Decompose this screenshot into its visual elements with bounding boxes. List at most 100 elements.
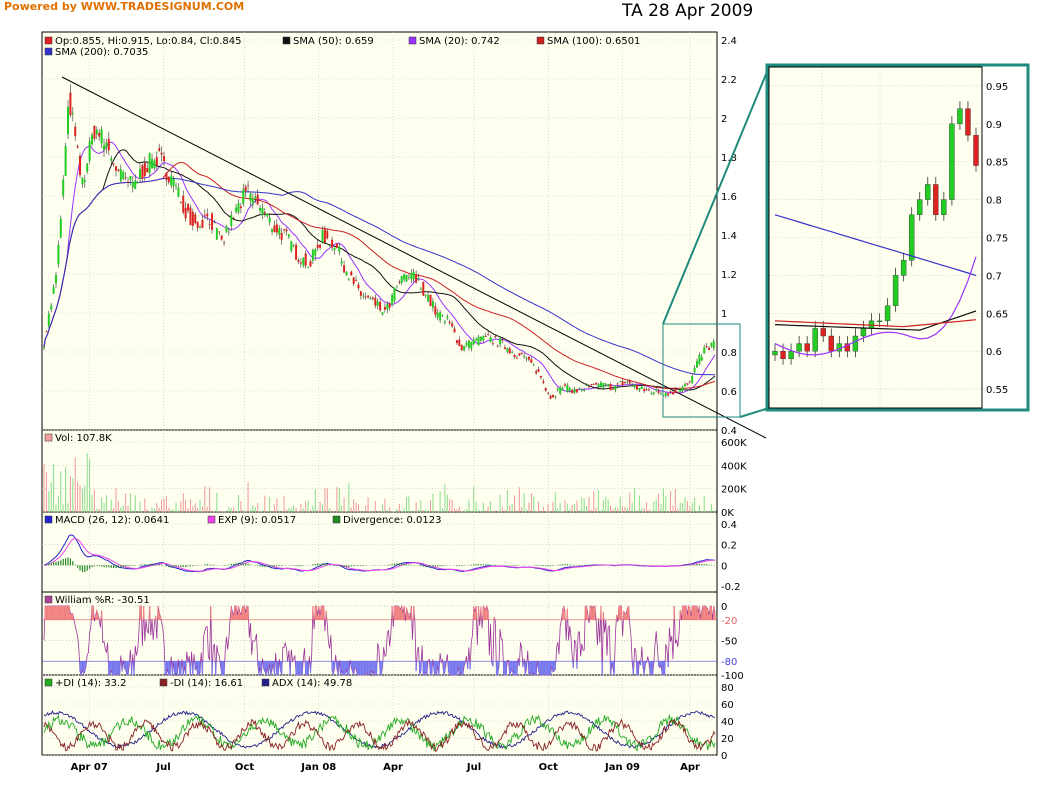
candle-body: [583, 390, 586, 391]
candle-body: [655, 389, 658, 391]
zoom-candle-body: [772, 350, 778, 356]
legend-volume: Vol: 107.8K: [55, 433, 112, 444]
candle-body: [43, 347, 45, 349]
candle-body: [93, 125, 96, 139]
candle-body: [311, 249, 314, 261]
price-ytick-label: 1: [721, 309, 727, 320]
candle-body: [427, 295, 430, 302]
candle-body: [280, 233, 283, 240]
candle-body: [455, 340, 458, 343]
x-tick-label: Oct: [539, 762, 558, 773]
candle-body: [587, 386, 590, 388]
legend-sma50: SMA (50): 0.659: [293, 36, 374, 47]
candle-body: [129, 176, 132, 180]
candle-body: [527, 356, 530, 360]
candle-body: [386, 304, 389, 310]
candle-body: [350, 271, 353, 276]
legend-sma200: SMA (200): 0.7035: [55, 47, 148, 58]
macd-ytick-label: 0.4: [721, 520, 737, 531]
volume-legend: Vol: 107.8K: [44, 433, 112, 444]
volume-ytick-label: 0K: [721, 508, 734, 519]
candle-body: [671, 392, 674, 395]
candle-body: [422, 281, 425, 296]
candle-body: [333, 247, 336, 250]
volume-ytick-label: 400K: [721, 461, 747, 472]
candle-body: [403, 274, 406, 280]
zoom-ytick-label: 0.85: [986, 158, 1008, 169]
candle-body: [695, 361, 698, 368]
candle-body: [249, 193, 252, 201]
candle-body: [410, 272, 413, 280]
williams-ytick-label: -50: [721, 637, 737, 648]
candle-body: [59, 218, 62, 238]
candle-body: [635, 385, 638, 390]
legend-ohlc: Op:0.855, Hi:0.915, Lo:0.84, Cl:0.845: [55, 36, 242, 47]
candle-body: [115, 166, 118, 171]
candle-body: [57, 244, 60, 265]
candle-body: [278, 228, 281, 235]
candle-body: [199, 227, 202, 228]
candle-body: [55, 274, 58, 284]
dmi-ytick-label: 40: [721, 717, 734, 728]
candle-body: [172, 178, 175, 187]
candle-body: [122, 171, 125, 179]
candle-body: [475, 338, 478, 341]
candle-body: [213, 222, 216, 224]
candle-body: [580, 389, 583, 391]
candle-body: [578, 387, 581, 389]
candle-body: [191, 211, 194, 226]
zoom-panel: [769, 67, 982, 408]
candle-body: [208, 223, 211, 225]
candle-body: [424, 294, 427, 296]
candle-body: [604, 383, 607, 385]
candle-body: [575, 389, 578, 393]
candle-body: [691, 376, 694, 383]
zoom-candle-body: [812, 328, 818, 352]
candle-body: [633, 384, 636, 388]
candle-body: [251, 198, 254, 205]
candle-body: [259, 208, 262, 212]
candle-body: [439, 312, 442, 321]
price-ytick-label: 0.6: [721, 387, 737, 398]
candle-body: [285, 229, 288, 232]
dmi-ytick-label: 80: [721, 683, 734, 694]
candle-body: [703, 347, 706, 354]
x-tick-label: Oct: [235, 762, 254, 773]
candle-body: [549, 395, 552, 399]
candle-body: [76, 145, 79, 148]
candle-body: [81, 177, 84, 185]
candle-body: [107, 138, 110, 151]
candle-body: [196, 221, 199, 228]
candle-body: [688, 381, 691, 382]
candle-body: [376, 301, 379, 306]
zoom-ytick-label: 0.95: [986, 82, 1008, 93]
candle-body: [561, 388, 564, 390]
x-tick-label: Apr: [383, 762, 403, 773]
candle-body: [295, 244, 298, 260]
candle-body: [638, 388, 641, 391]
candle-body: [153, 160, 156, 169]
candle-body: [175, 185, 178, 187]
candle-body: [590, 384, 593, 385]
candle-body: [573, 388, 576, 393]
candle-body: [304, 253, 307, 266]
candle-body: [177, 187, 180, 197]
zoom-connector-line: [739, 407, 770, 418]
zoom-candle-body: [892, 275, 899, 306]
candle-body: [381, 312, 384, 315]
zoom-candle-body: [933, 184, 939, 215]
candle-body: [616, 383, 619, 385]
candle-body: [448, 321, 451, 323]
x-tick-label: Apr: [680, 762, 700, 773]
legend-exp: EXP (9): 0.0517: [218, 515, 296, 526]
candle-body: [664, 392, 667, 397]
candle-body: [503, 347, 506, 350]
macd-ytick-label: 0.2: [721, 541, 737, 552]
candle-body: [52, 287, 55, 294]
candle-body: [86, 163, 89, 172]
zoom-ytick-label: 0.7: [986, 271, 1002, 282]
candle-body: [343, 265, 346, 273]
candle-body: [559, 387, 562, 394]
candle-body: [141, 165, 144, 180]
candle-body: [554, 396, 557, 398]
